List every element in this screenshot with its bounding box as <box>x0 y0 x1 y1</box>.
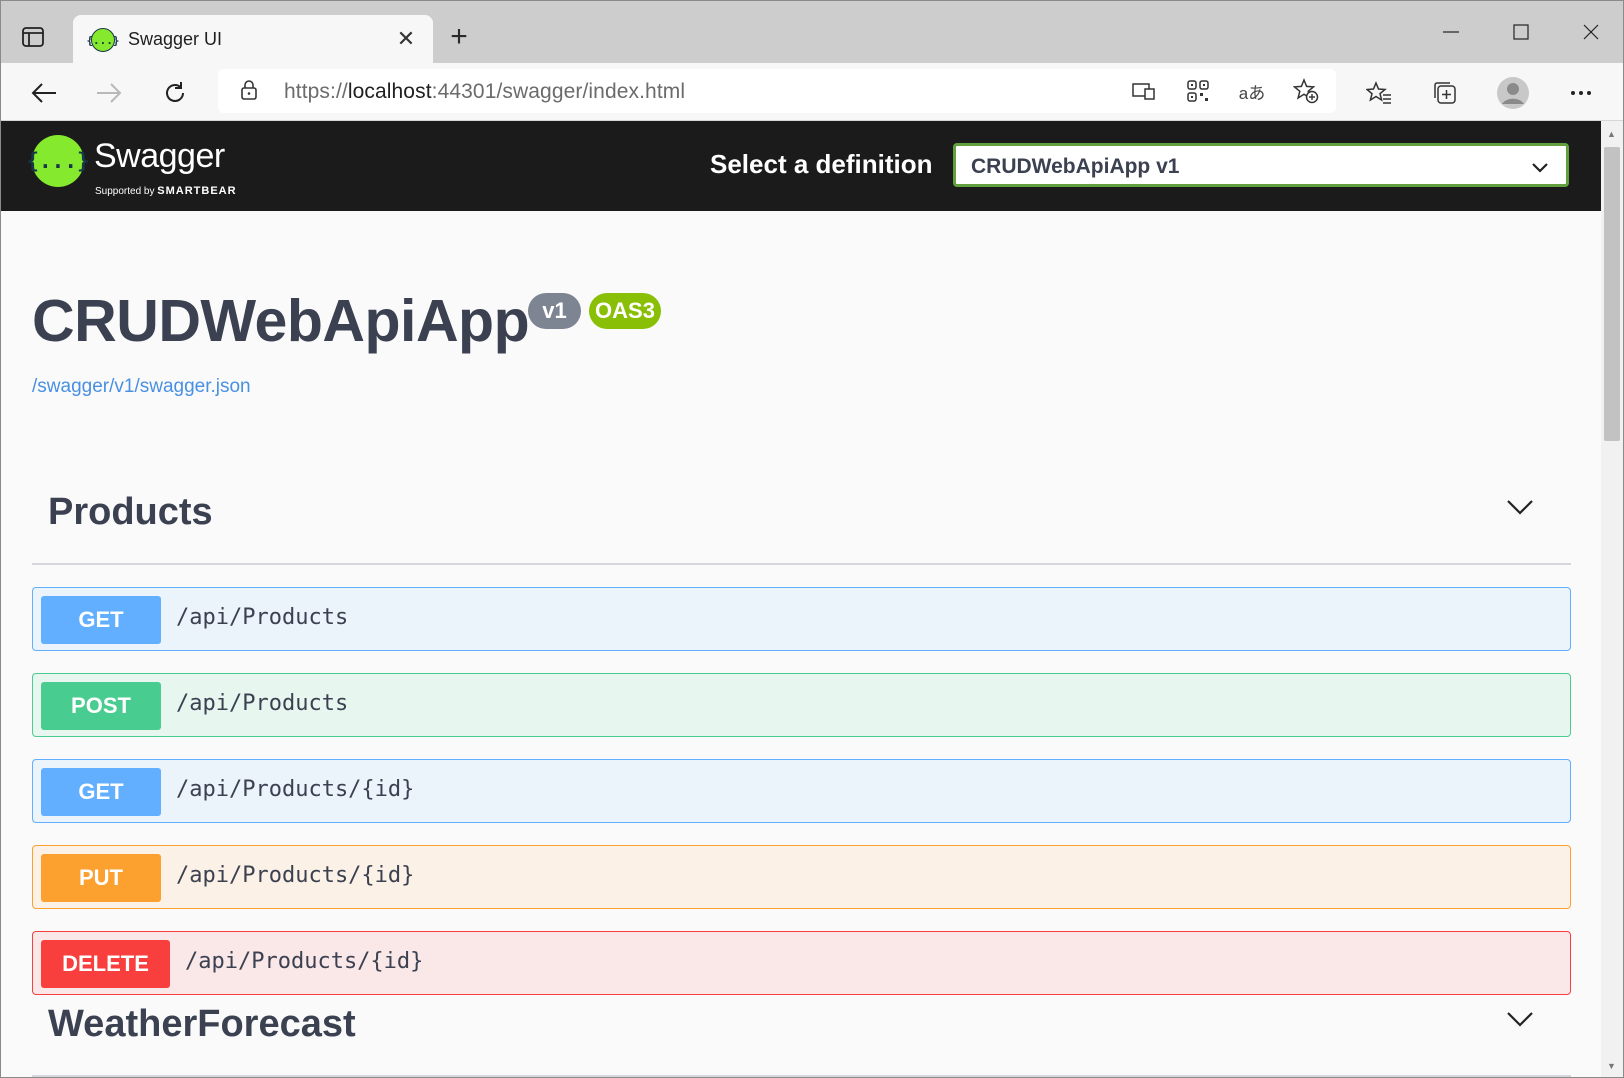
tag-section-weatherforecast: WeatherForecast <box>32 981 1571 1077</box>
browser-toolbar: https://localhost:44301/swagger/index.ht… <box>1 63 1623 121</box>
tab-title: Swagger UI <box>128 29 223 49</box>
url-scheme: https:// <box>284 80 348 103</box>
close-tab-icon[interactable]: ✕ <box>393 26 419 52</box>
chevron-down-icon <box>1532 160 1548 178</box>
definition-label: Select a definition <box>710 149 933 179</box>
operation-post-products[interactable]: POST /api/Products <box>32 673 1571 737</box>
swagger-topbar: {...} Swagger Supported by SMARTBEAR Sel… <box>1 121 1601 211</box>
forward-icon[interactable] <box>91 75 127 111</box>
scroll-down-icon[interactable]: ▼ <box>1607 1061 1616 1071</box>
logo-sub-prefix: Supported by <box>95 186 155 197</box>
definition-select-value: CRUDWebApiApp v1 <box>971 155 1180 178</box>
swagger-favicon-icon: {...} <box>86 28 120 52</box>
url-host: localhost <box>347 80 432 103</box>
back-icon[interactable] <box>26 75 62 111</box>
tab-strip: {...} Swagger UI ✕ + <box>1 1 1623 63</box>
scroll-up-icon[interactable]: ▲ <box>1607 129 1616 139</box>
browser-tab[interactable]: {...} Swagger UI ✕ <box>73 15 433 63</box>
refresh-icon[interactable] <box>157 75 193 111</box>
method-badge: GET <box>41 596 161 644</box>
page-scrollbar[interactable]: ▲ ▼ <box>1601 121 1623 1077</box>
operation-path: /api/Products/{id} <box>176 777 415 802</box>
swagger-content: CRUDWebApiApp v1 OAS3 /swagger/v1/swagge… <box>1 211 1601 1077</box>
more-icon[interactable] <box>1563 75 1599 111</box>
minimize-icon[interactable] <box>1431 17 1471 47</box>
favorites-icon[interactable] <box>1361 75 1397 111</box>
scrollbar-thumb[interactable] <box>1604 147 1620 441</box>
address-bar[interactable]: https://localhost:44301/swagger/index.ht… <box>218 69 1336 113</box>
close-window-icon[interactable] <box>1571 17 1611 47</box>
operation-put-product-by-id[interactable]: PUT /api/Products/{id} <box>32 845 1571 909</box>
operation-get-product-by-id[interactable]: GET /api/Products/{id} <box>32 759 1571 823</box>
url-path: :44301/swagger/index.html <box>431 80 686 103</box>
swagger-logo-subtitle: Supported by SMARTBEAR <box>95 185 237 197</box>
tag-header-products[interactable]: Products <box>32 469 1571 565</box>
tag-name: Products <box>48 491 213 533</box>
definition-select[interactable]: CRUDWebApiApp v1 <box>953 143 1569 187</box>
chevron-down-icon[interactable] <box>1507 499 1533 520</box>
logo-sub-brand: SMARTBEAR <box>157 185 237 197</box>
operation-path: /api/Products/{id} <box>185 949 424 974</box>
swagger-logo-icon[interactable]: {...} <box>26 135 90 187</box>
api-title: CRUDWebApiApp <box>32 288 530 354</box>
method-badge: PUT <box>41 854 161 902</box>
qr-code-icon[interactable] <box>1184 77 1212 105</box>
method-badge: GET <box>41 768 161 816</box>
operation-get-products[interactable]: GET /api/Products <box>32 587 1571 651</box>
spec-json-link[interactable]: /swagger/v1/swagger.json <box>32 376 251 398</box>
operation-path: /api/Products <box>176 605 349 630</box>
translate-icon[interactable]: aあ <box>1238 77 1266 105</box>
maximize-icon[interactable] <box>1501 17 1541 47</box>
method-badge: POST <box>41 682 161 730</box>
url-text[interactable]: https://localhost:44301/swagger/index.ht… <box>284 80 685 104</box>
tag-section-products: Products GET /api/Products POST /api/Pro… <box>32 469 1571 995</box>
browser-window: {...} Swagger UI ✕ + https://localhost:4… <box>0 0 1624 1078</box>
new-tab-icon[interactable]: + <box>443 20 475 53</box>
profile-avatar[interactable] <box>1495 75 1531 111</box>
operation-path: /api/Products/{id} <box>176 863 415 888</box>
chevron-down-icon[interactable] <box>1507 1011 1533 1032</box>
tag-name: WeatherForecast <box>48 1003 356 1045</box>
version-badge: v1 <box>528 293 581 329</box>
operation-path: /api/Products <box>176 691 349 716</box>
swagger-logo-text[interactable]: Swagger <box>94 137 225 176</box>
oas-badge: OAS3 <box>589 293 661 329</box>
tag-header-weatherforecast[interactable]: WeatherForecast <box>32 981 1571 1077</box>
app-available-icon[interactable] <box>1130 77 1158 105</box>
lock-icon[interactable] <box>240 79 258 106</box>
tab-actions-icon[interactable] <box>19 23 47 51</box>
add-favorite-icon[interactable] <box>1292 77 1320 105</box>
collections-icon[interactable] <box>1427 75 1463 111</box>
